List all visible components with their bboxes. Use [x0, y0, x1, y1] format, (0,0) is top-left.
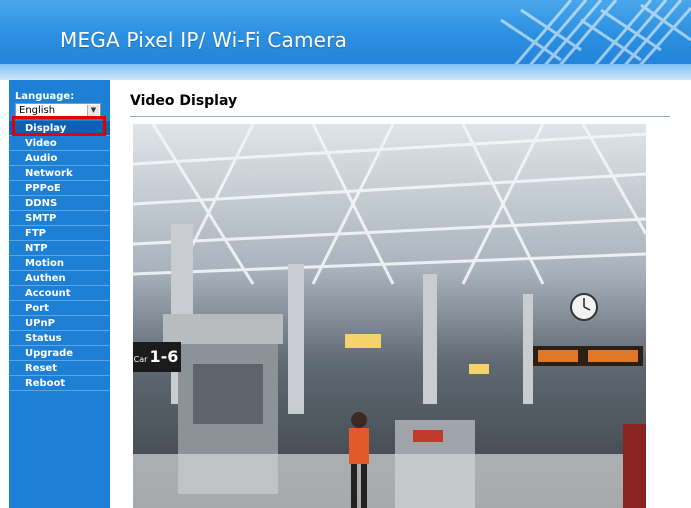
sidebar-item-authen[interactable]: Authen	[9, 271, 110, 286]
page-title: Video Display	[130, 93, 238, 109]
sidebar-item-audio[interactable]: Audio	[9, 151, 110, 166]
sidebar-nav: Display Video Audio Network PPPoE DDNS S…	[9, 121, 110, 391]
language-label: Language:	[15, 91, 75, 102]
video-display[interactable]: Car 1-6	[133, 124, 646, 508]
app-title: MEGA Pixel IP/ Wi-Fi Camera	[60, 28, 348, 52]
sidebar-item-reboot[interactable]: Reboot	[9, 376, 110, 391]
header-strip	[0, 64, 691, 80]
sidebar-item-ftp[interactable]: FTP	[9, 226, 110, 241]
active-item-highlight	[12, 116, 106, 136]
sidebar-item-upnp[interactable]: UPnP	[9, 316, 110, 331]
sidebar-item-network[interactable]: Network	[9, 166, 110, 181]
chevron-down-icon[interactable]: ▼	[87, 105, 99, 116]
platform-sign-number: 1-6	[149, 347, 179, 366]
sidebar-item-reset[interactable]: Reset	[9, 361, 110, 376]
header-banner: MEGA Pixel IP/ Wi-Fi Camera	[0, 0, 691, 80]
sidebar-item-motion[interactable]: Motion	[9, 256, 110, 271]
language-select-value: English	[19, 105, 56, 116]
sidebar-item-video[interactable]: Video	[9, 136, 110, 151]
sidebar-item-status[interactable]: Status	[9, 331, 110, 346]
camera-feed-image	[133, 124, 646, 508]
sidebar-item-ntp[interactable]: NTP	[9, 241, 110, 256]
sidebar-item-pppoe[interactable]: PPPoE	[9, 181, 110, 196]
sidebar-item-port[interactable]: Port	[9, 301, 110, 316]
sidebar-item-account[interactable]: Account	[9, 286, 110, 301]
platform-sign-prefix: Car	[133, 355, 148, 364]
title-divider	[130, 116, 670, 117]
platform-sign: Car 1-6	[133, 342, 181, 372]
sidebar: Language: English ▼ Display Video Audio …	[9, 80, 110, 508]
sidebar-item-smtp[interactable]: SMTP	[9, 211, 110, 226]
sidebar-item-upgrade[interactable]: Upgrade	[9, 346, 110, 361]
header-pattern-graphic	[500, 0, 691, 71]
sidebar-item-ddns[interactable]: DDNS	[9, 196, 110, 211]
